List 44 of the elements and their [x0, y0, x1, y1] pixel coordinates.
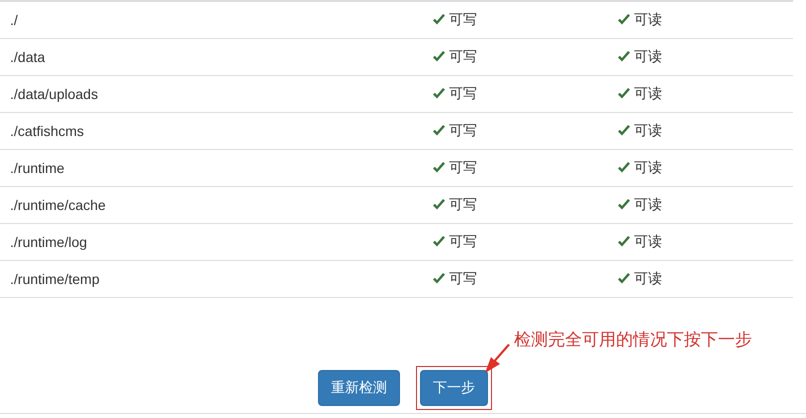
read-status: 可读 — [634, 11, 662, 29]
check-icon — [432, 51, 446, 63]
path-cell-text: ./runtime/temp — [9, 271, 100, 287]
next-button[interactable]: 下一步 — [420, 370, 488, 406]
check-icon — [617, 125, 631, 137]
check-icon — [617, 88, 631, 100]
path-cell-text: ./runtime — [9, 160, 66, 176]
path-cell-text: ./runtime/log — [9, 234, 88, 250]
path-cell-text: ./runtime/cache — [9, 197, 107, 213]
check-icon — [617, 51, 631, 63]
read-status: 可读 — [634, 159, 662, 177]
check-icon — [432, 88, 446, 100]
check-icon — [617, 273, 631, 285]
check-icon — [432, 273, 446, 285]
check-icon — [432, 162, 446, 174]
read-status: 可读 — [634, 122, 662, 140]
check-icon — [432, 14, 446, 26]
write-status: 可写 — [449, 11, 477, 29]
path-cell-text: ./data — [9, 49, 46, 65]
write-status: 可写 — [449, 159, 477, 177]
check-icon — [617, 199, 631, 211]
check-icon — [617, 14, 631, 26]
check-icon — [432, 236, 446, 248]
write-status: 可写 — [449, 233, 477, 251]
read-status: 可读 — [634, 233, 662, 251]
read-status: 可读 — [634, 270, 662, 288]
write-status: 可写 — [449, 48, 477, 66]
annotation-text: 检测完全可用的情况下按下一步 — [514, 329, 752, 351]
path-cell-text: ./catfishcms — [9, 123, 85, 139]
write-status: 可写 — [449, 85, 477, 103]
write-status: 可写 — [449, 196, 477, 214]
annotation-arrow — [484, 344, 512, 374]
check-icon — [617, 162, 631, 174]
check-icon — [432, 125, 446, 137]
write-status: 可写 — [449, 122, 477, 140]
recheck-button[interactable]: 重新检测 — [318, 370, 400, 406]
read-status: 可读 — [634, 85, 662, 103]
read-status: 可读 — [634, 48, 662, 66]
path-cell-text: ./data/uploads — [9, 86, 99, 102]
check-icon — [432, 199, 446, 211]
path-cell-text: ./ — [9, 12, 19, 28]
write-status: 可写 — [449, 270, 477, 288]
check-icon — [617, 236, 631, 248]
read-status: 可读 — [634, 196, 662, 214]
